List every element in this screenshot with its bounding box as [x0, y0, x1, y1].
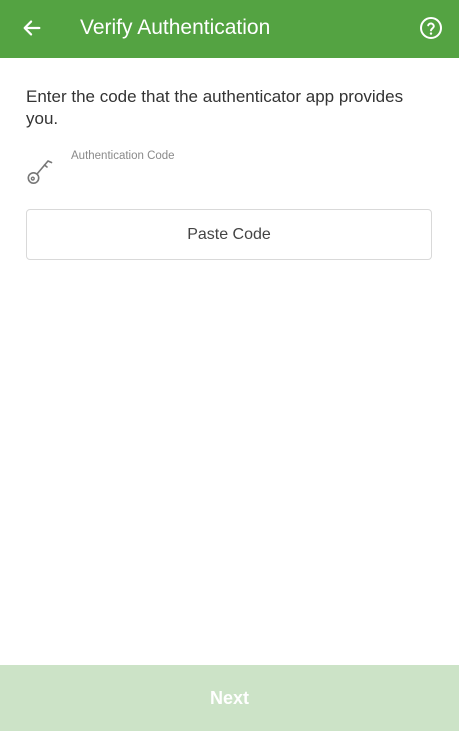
question-circle-icon [420, 17, 442, 39]
paste-code-button[interactable]: Paste Code [26, 209, 432, 260]
help-button[interactable] [417, 14, 445, 42]
instructions-text: Enter the code that the authenticator ap… [26, 87, 404, 128]
authentication-code-label: Authentication Code [71, 150, 175, 162]
authentication-code-input[interactable] [71, 166, 431, 188]
key-icon [27, 160, 53, 184]
app-bar: Verify Authentication [0, 0, 459, 58]
authentication-code-field: Authentication Code [26, 150, 431, 190]
back-button[interactable] [18, 14, 46, 42]
arrow-left-icon [23, 20, 41, 36]
page-title: Verify Authentication [80, 16, 271, 39]
next-button[interactable]: Next [0, 665, 459, 731]
verify-authentication-screen: Verify Authentication Enter the code tha… [0, 0, 459, 731]
